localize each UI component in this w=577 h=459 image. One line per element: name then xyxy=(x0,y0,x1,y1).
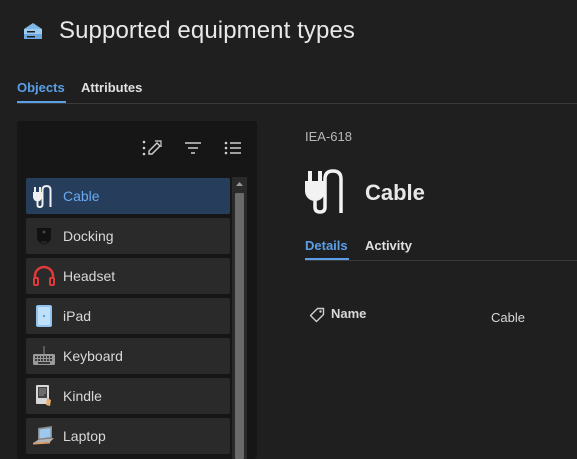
list-icon[interactable] xyxy=(222,138,244,158)
page-header: Supported equipment types xyxy=(0,0,577,64)
tab-objects[interactable]: Objects xyxy=(17,80,65,95)
filter-icon[interactable] xyxy=(182,138,204,158)
list-item-label: Laptop xyxy=(63,428,106,444)
list-item-kindle[interactable]: Kindle xyxy=(26,378,230,414)
cable-icon xyxy=(33,184,52,208)
ipad-icon xyxy=(36,305,52,327)
list-item-label: Headset xyxy=(63,268,116,284)
headset-icon xyxy=(33,265,55,286)
scrollbar-thumb[interactable] xyxy=(235,193,244,459)
list-item-label: Cable xyxy=(63,188,100,204)
tab-details[interactable]: Details xyxy=(305,238,348,253)
attribute-name: Name xyxy=(331,306,367,321)
kindle-icon xyxy=(36,385,51,406)
list-scrollbar[interactable] xyxy=(232,177,247,459)
object-list-panel: Cable Docking Headset iPad Keyboard Kind… xyxy=(17,121,257,459)
list-item-docking[interactable]: Docking xyxy=(26,218,230,254)
list-item-label: Keyboard xyxy=(63,348,123,364)
list-item-keyboard[interactable]: Keyboard xyxy=(26,338,230,374)
tag-icon xyxy=(309,307,325,323)
tab-activity[interactable]: Activity xyxy=(365,238,412,253)
list-item-cable[interactable]: Cable xyxy=(26,178,230,214)
list-item-label: Docking xyxy=(63,228,114,244)
scroll-up-arrow-icon[interactable] xyxy=(232,177,247,191)
attribute-value: Cable xyxy=(491,310,525,325)
object-key: IEA-618 xyxy=(305,129,352,144)
tabs-divider xyxy=(17,103,577,104)
list-item-label: iPad xyxy=(63,308,92,324)
docking-icon xyxy=(37,228,51,245)
keyboard-icon xyxy=(33,345,55,365)
list-item-laptop[interactable]: Laptop xyxy=(26,418,230,454)
tab-attributes[interactable]: Attributes xyxy=(81,80,142,95)
server-icon xyxy=(24,23,42,39)
page: Supported equipment types Objects Attrib… xyxy=(0,0,577,459)
list-item-ipad[interactable]: iPad xyxy=(26,298,230,334)
object-title: Cable xyxy=(365,180,425,205)
laptop-icon xyxy=(33,426,54,445)
list-item-headset[interactable]: Headset xyxy=(26,258,230,294)
page-title: Supported equipment types xyxy=(59,17,356,44)
detail-tabs-divider xyxy=(305,260,577,261)
cable-icon xyxy=(305,169,343,214)
edit-list-icon[interactable] xyxy=(141,138,163,158)
list-item-label: Kindle xyxy=(63,388,102,404)
